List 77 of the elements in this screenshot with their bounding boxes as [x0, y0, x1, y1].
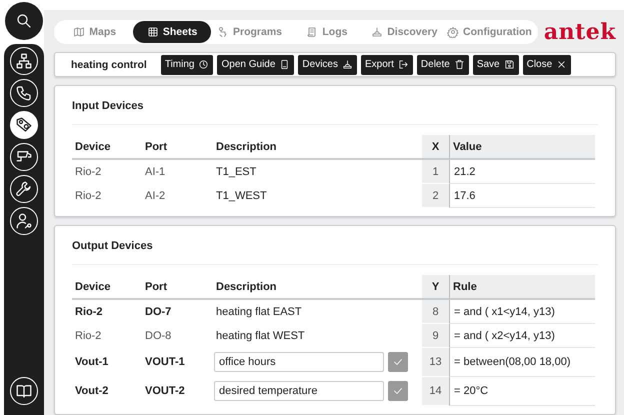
table-cell-text: AI-2: [144, 188, 166, 204]
sidebar-button[interactable]: [10, 207, 38, 235]
table-cell: = and ( x1<y14, y13): [449, 300, 595, 324]
toolbar-button[interactable]: Delete: [416, 54, 469, 74]
wrench-icon: [15, 180, 33, 198]
table-cell-text: Vout-2: [74, 384, 110, 399]
sidebar-button[interactable]: [10, 175, 38, 203]
section-title: Input Devices: [72, 100, 598, 125]
table-cell: 17.6: [449, 184, 595, 208]
description-field[interactable]: desired temperature: [214, 381, 384, 401]
toolbar-button[interactable]: Export: [361, 54, 413, 74]
table-cell-text: T1_WEST: [215, 188, 268, 204]
table-cell: 1: [422, 160, 449, 183]
table-cell-text: Rio-2: [74, 164, 102, 180]
search-icon: [15, 12, 33, 30]
table-cell: = between(08,00 18,00): [449, 348, 595, 377]
section-title: Output Devices: [72, 240, 598, 265]
tablet-icon: [279, 59, 290, 70]
clock-icon: [198, 59, 210, 70]
sidebar-button[interactable]: [10, 377, 38, 405]
phone-icon: [15, 84, 33, 102]
toolbar-button[interactable]: Open Guide: [217, 54, 294, 74]
table-cell: 13: [422, 348, 449, 376]
column-header: Port: [142, 275, 213, 300]
scroll-icon: [306, 26, 318, 38]
toolbar-button[interactable]: Timing: [160, 54, 214, 74]
table-cell-text: Vout-1: [74, 355, 110, 370]
column-header: X: [422, 135, 449, 160]
network-icon: [15, 52, 33, 70]
column-header: Device: [72, 275, 142, 300]
table-cell-text: heating flat EAST: [215, 304, 303, 320]
search-button[interactable]: [5, 2, 43, 40]
column-header: Value: [449, 135, 595, 160]
table-cell-text: VOUT-2: [144, 384, 186, 399]
gear-icon: [447, 26, 460, 38]
brand-logo: antek: [544, 21, 616, 43]
toolbar-button[interactable]: Devices: [298, 54, 357, 74]
exit-icon: [398, 59, 409, 70]
column-header: Rule: [449, 275, 595, 300]
table-cell: 9: [422, 324, 449, 347]
check-icon: [392, 385, 404, 397]
table-cell-text: Rio-2: [74, 328, 102, 344]
column-header: Y: [422, 275, 449, 300]
column-header: Device: [72, 135, 142, 160]
table-cell-text: AI-1: [144, 164, 166, 180]
table-cell-text: heating flat WEST: [215, 328, 306, 344]
table-cell-text: Rio-2: [74, 304, 104, 320]
table-cell: 2: [422, 184, 449, 207]
sidebar-button[interactable]: [10, 47, 38, 75]
toolbar-button[interactable]: Save: [472, 54, 519, 74]
description-field[interactable]: office hours: [214, 352, 384, 372]
trash-icon: [454, 59, 465, 70]
table-cell-text: DO-8: [144, 328, 172, 344]
close-icon: [556, 59, 568, 70]
table-cell: = and ( x2<y14, y13): [449, 324, 595, 348]
sidebar-button[interactable]: [10, 79, 38, 107]
table-cell: = 20°C: [449, 377, 595, 406]
table-cell: 14: [422, 377, 449, 405]
toolbar-button[interactable]: Close: [522, 54, 572, 74]
sidebar-button[interactable]: [10, 111, 38, 139]
table-cell: 21.2: [449, 160, 595, 184]
column-header: Port: [142, 135, 213, 160]
nav-tab[interactable]: Sheets: [133, 21, 211, 43]
check-icon: [392, 356, 404, 368]
sidebar-button[interactable]: [10, 143, 38, 171]
table-cell-text: T1_EST: [215, 164, 258, 180]
save-icon: [504, 59, 515, 70]
user-icon: [15, 212, 33, 230]
table-cell: 8: [422, 300, 449, 323]
table-cell-text: DO-7: [144, 304, 172, 320]
map-icon: [73, 26, 86, 38]
book-icon: [15, 382, 33, 400]
table-cell-text: Rio-2: [74, 188, 102, 204]
tag-icon: [15, 116, 33, 134]
sheet-title: heating control: [71, 58, 147, 70]
grid-icon: [146, 26, 159, 38]
table-cell-text: VOUT-1: [144, 355, 186, 370]
